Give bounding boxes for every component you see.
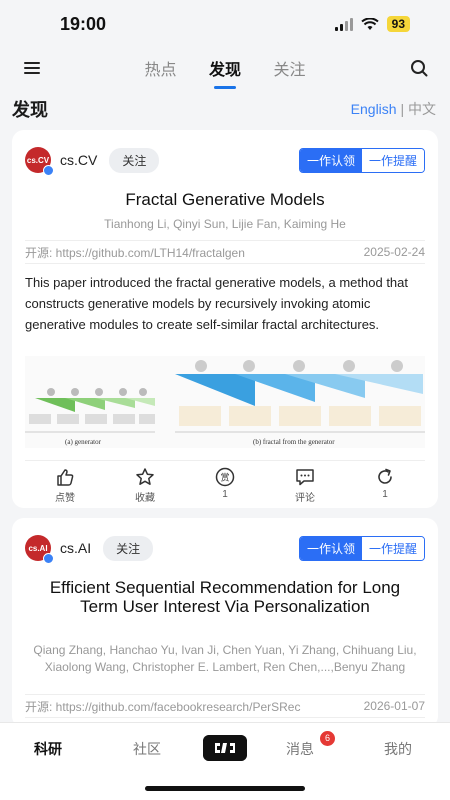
source-name[interactable]: cs.AI [60, 540, 91, 556]
source-row: cs.AI cs.AI 关注 [25, 535, 154, 564]
status-bar: 19:00 93 [0, 0, 450, 50]
action-bar: 点赞 收藏 赏 1 评论 1 [25, 460, 425, 504]
thumbs-up-icon [57, 469, 74, 486]
tab-hot[interactable]: 热点 [145, 56, 177, 80]
language-switch: English | 中文 [351, 99, 436, 119]
message-badge: 6 [320, 731, 335, 746]
like-label: 点赞 [55, 493, 75, 504]
verified-icon [43, 553, 54, 564]
lang-chinese[interactable]: 中文 [408, 101, 436, 117]
follow-button[interactable]: 关注 [103, 535, 154, 561]
verified-icon [43, 165, 54, 176]
home-indicator [145, 786, 305, 791]
avatar-label: cs.AI [28, 543, 48, 553]
bottom-tab-community[interactable]: 社区 [133, 739, 161, 759]
share-count: 1 [382, 489, 388, 500]
status-icons: 93 [334, 16, 410, 32]
remind-button[interactable]: 一作提醒 [361, 149, 424, 172]
reward-icon: 赏 [215, 467, 235, 487]
like-button[interactable]: 点赞 [40, 461, 90, 504]
claim-group: 一作认领 一作提醒 [298, 148, 425, 173]
reward-button[interactable]: 赏 1 [200, 461, 250, 504]
source-row: cs.CV cs.CV 关注 [25, 147, 160, 176]
search-icon[interactable] [410, 59, 428, 77]
claim-button[interactable]: 一作认领 [299, 537, 362, 560]
paper-abstract: This paper introduced the fractal genera… [25, 275, 408, 332]
bottom-tab-messages[interactable]: 消息 [286, 739, 314, 759]
lang-english[interactable]: English [351, 101, 397, 117]
favorite-label: 收藏 [135, 493, 155, 504]
publish-date: 2026-01-07 [363, 699, 425, 713]
tab-discover[interactable]: 发现 [209, 56, 241, 89]
meta-row: 开源: https://github.com/facebookresearch/… [25, 694, 425, 718]
figure-caption-b: (b) fractal from the generator [253, 438, 335, 446]
lang-separator: | [400, 101, 405, 117]
avatar[interactable]: cs.AI [25, 535, 54, 564]
star-icon [136, 468, 154, 485]
source-link[interactable]: 开源: https://github.com/LTH14/fractalgen [25, 244, 245, 261]
reward-count: 1 [222, 489, 228, 500]
paper-title[interactable]: Fractal Generative Models [12, 190, 438, 209]
follow-button[interactable]: 关注 [109, 147, 160, 173]
remind-button[interactable]: 一作提醒 [361, 537, 424, 560]
comment-button[interactable]: 评论 [280, 461, 330, 504]
page-title: 发现 [12, 100, 48, 120]
figure-caption-a: (a) generator [65, 438, 102, 446]
paper-card[interactable]: cs.AI cs.AI 关注 一作认领 一作提醒 Efficient Seque… [12, 518, 438, 728]
share-icon [378, 468, 392, 484]
paper-card[interactable]: cs.CV cs.CV 关注 一作认领 一作提醒 Fractal Generat… [12, 130, 438, 508]
top-nav: 热点 发现 关注 [0, 50, 450, 90]
comment-label: 评论 [295, 493, 315, 504]
comment-icon [296, 469, 314, 486]
share-button[interactable]: 1 [360, 461, 410, 504]
paper-figure[interactable]: (a) generator (b) fractal from the gener… [25, 356, 425, 448]
status-time: 19:00 [60, 14, 107, 34]
publish-date: 2025-02-24 [363, 245, 425, 259]
paper-authors: Qiang Zhang, Hanchao Yu, Ivan Ji, Chen Y… [33, 643, 417, 674]
claim-group: 一作认领 一作提醒 [298, 536, 425, 561]
claim-button[interactable]: 一作认领 [299, 149, 362, 172]
section-header: 发现 English | 中文 [0, 94, 450, 124]
paper-title[interactable]: Efficient Sequential Recommendation for … [12, 578, 438, 616]
bottom-tab-profile[interactable]: 我的 [384, 739, 412, 759]
avatar[interactable]: cs.CV [25, 147, 54, 176]
paper-authors: Tianhong Li, Qinyi Sun, Lijie Fan, Kaimi… [104, 217, 346, 231]
app-logo-icon[interactable] [203, 735, 247, 761]
meta-row: 开源: https://github.com/LTH14/fractalgen … [25, 240, 425, 264]
reward-icon-text: 赏 [220, 472, 229, 484]
battery-indicator: 93 [386, 16, 410, 32]
favorite-button[interactable]: 收藏 [120, 461, 170, 504]
source-name[interactable]: cs.CV [60, 152, 97, 168]
tab-following[interactable]: 关注 [273, 56, 305, 80]
avatar-label: cs.CV [26, 155, 50, 165]
nav-tabs: 热点 发现 关注 [0, 56, 450, 89]
wifi-icon [360, 17, 379, 30]
signal-icon [334, 17, 353, 31]
source-link[interactable]: 开源: https://github.com/facebookresearch/… [25, 698, 300, 715]
bottom-tab-research[interactable]: 科研 [34, 739, 62, 759]
